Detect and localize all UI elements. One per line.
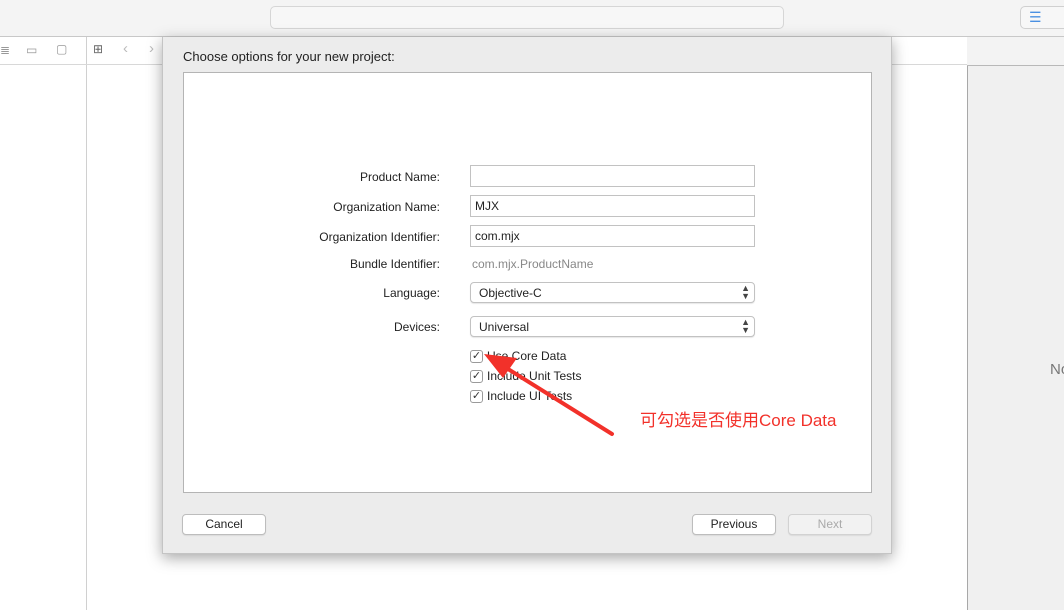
annotation-arrow-icon <box>484 354 614 436</box>
annotation-text: 可勾选是否使用Core Data <box>640 411 837 430</box>
